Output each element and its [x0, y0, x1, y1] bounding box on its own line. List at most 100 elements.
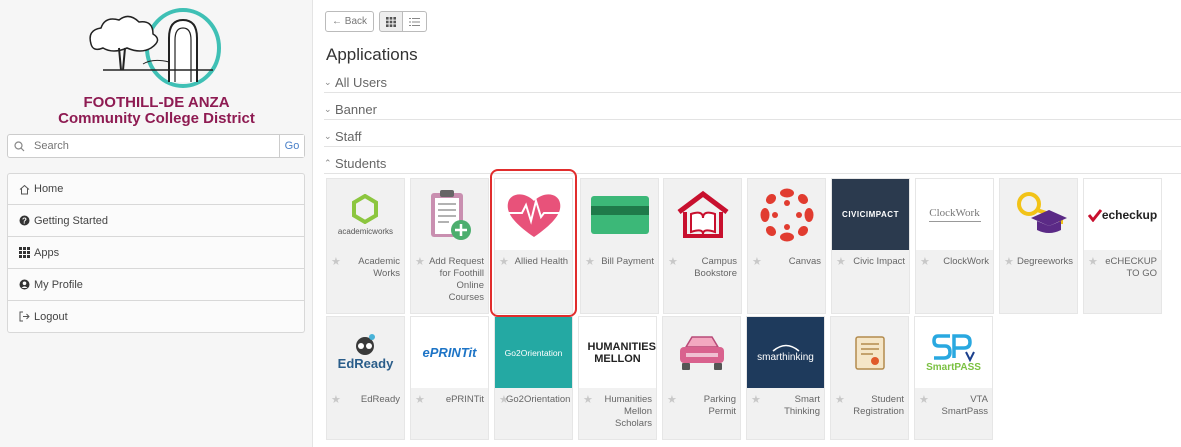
search-input[interactable] [30, 135, 279, 157]
app-logo [664, 179, 741, 250]
sidebar-item-home[interactable]: Home [7, 173, 305, 205]
sidebar-item-label: Apps [34, 246, 60, 259]
logo-line-2: Community College District [58, 110, 255, 127]
app-logo [1000, 179, 1077, 250]
grid-view-button[interactable] [379, 11, 404, 32]
question-circle-icon: ? [17, 214, 31, 228]
app-label: eCHECKUP TO GO [1105, 256, 1157, 279]
app-label: Humanities Mellon Scholars [604, 394, 652, 429]
app-tile-parking-permit[interactable]: ★ Parking Permit [662, 316, 741, 440]
sidebar-item-label: Home [34, 183, 64, 195]
logo-text: HUMANITIES MELLON [587, 340, 656, 365]
app-tile-edready[interactable]: EdReady ★ EdReady [326, 316, 405, 440]
sidebar-item-getting-started[interactable]: ? Getting Started [7, 205, 305, 237]
app-tile-bill-payment[interactable]: ★ Bill Payment [580, 178, 659, 314]
app-logo: ePRINTit [411, 317, 488, 388]
chevron-down-icon: ⌄ [324, 77, 332, 87]
app-tile-eprintit[interactable]: ePRINTit ★ ePRINTit [410, 316, 489, 440]
app-label: ePRINTit [445, 394, 484, 405]
home-icon [17, 182, 31, 196]
sidebar-item-label: Getting Started [34, 214, 108, 227]
section-students[interactable]: ⌃ Students [324, 154, 1181, 174]
app-tile-smart-thinking[interactable]: smarthinking ★ Smart Thinking [746, 316, 825, 440]
logo-text: EdReady [337, 356, 394, 371]
app-logo: smarthinking [747, 317, 824, 388]
app-logo: Go2Orientation [495, 317, 572, 388]
logo-text: SmartPASS [926, 362, 981, 373]
section-label: Banner [335, 102, 377, 117]
sidebar-item-apps[interactable]: Apps [7, 237, 305, 269]
chevron-down-icon: ⌄ [324, 104, 332, 114]
chevron-up-icon: ⌃ [324, 158, 332, 168]
checkmark-icon [1087, 208, 1102, 222]
bookstore-icon [677, 190, 728, 238]
selected-tile-highlight [490, 169, 577, 317]
app-tile-student-registration[interactable]: ★ Student Registration [830, 316, 909, 440]
logo-text: ePRINTit [422, 345, 477, 360]
car-icon [679, 335, 724, 370]
district-logo[interactable]: FOOTHILL-DE ANZA Community College Distr… [0, 6, 313, 130]
section-label: All Users [335, 75, 388, 90]
sidebar-item-label: My Profile [34, 278, 83, 291]
app-tile-echeckup[interactable]: echeckup ★ eCHECKUP TO GO [1083, 178, 1162, 314]
app-label: Add Request for Foothill Online Courses [429, 256, 484, 303]
logo-text: Go2Orientation [504, 347, 563, 358]
sidebar-item-my-profile[interactable]: My Profile [7, 269, 305, 301]
list-icon [409, 17, 421, 26]
section-label: Staff [335, 129, 362, 144]
back-button[interactable]: ← Back [325, 11, 375, 32]
sidebar-item-logout[interactable]: Logout [7, 301, 305, 333]
section-label: Students [335, 156, 387, 171]
app-tile-degreeworks[interactable]: ★ Degreeworks [999, 178, 1078, 314]
app-tile-academic-works[interactable]: academicworks ★ Academic Works [326, 178, 405, 314]
svg-text:?: ? [22, 216, 27, 225]
section-banner[interactable]: ⌄ Banner [324, 100, 1181, 120]
logout-icon [17, 310, 31, 324]
app-tile-add-request[interactable]: ★ Add Request for Foothill Online Course… [410, 178, 489, 314]
app-label: Smart Thinking [784, 394, 820, 417]
list-view-button[interactable] [403, 11, 428, 32]
app-tile-go2orientation[interactable]: Go2Orientation ★ Go2Orientation [494, 316, 573, 440]
app-label: ClockWork [943, 256, 989, 267]
app-tile-canvas[interactable]: ★ Canvas [747, 178, 826, 314]
page-title: Applications [326, 45, 418, 64]
app-label: EdReady [360, 394, 400, 405]
grid-icon [17, 246, 31, 260]
section-staff[interactable]: ⌄ Staff [324, 127, 1181, 147]
app-label: Degreeworks [1017, 256, 1073, 267]
app-tile-clockwork[interactable]: ClockWork ★ ClockWork [915, 178, 994, 314]
app-label: Canvas [788, 256, 821, 267]
app-root: FOOTHILL-DE ANZA Community College Distr… [0, 0, 1181, 447]
app-label: VTA SmartPass [941, 394, 988, 417]
app-label: Bill Payment [601, 256, 654, 267]
search-go-button[interactable]: Go [279, 135, 304, 157]
edready-owl-icon [356, 334, 376, 355]
logo-text: ClockWork [929, 207, 980, 219]
app-logo: academicworks [327, 179, 404, 250]
app-logo [663, 317, 740, 388]
app-logo [748, 179, 825, 250]
view-toggle [379, 11, 428, 32]
certificate-icon [854, 335, 885, 370]
app-tile-humanities-mellon[interactable]: HUMANITIES MELLON ★ Humanities Mellon Sc… [578, 316, 657, 440]
section-all-users[interactable]: ⌄ All Users [324, 73, 1181, 93]
logo-text: CIVICIMPACT [842, 210, 899, 219]
app-logo [411, 179, 488, 250]
logo-line-1: FOOTHILL-DE ANZA [83, 94, 230, 111]
sidebar-item-label: Logout [34, 310, 68, 323]
app-tile-campus-bookstore[interactable]: ★ Campus Bookstore [663, 178, 742, 314]
search-icon [8, 135, 30, 157]
degreeworks-icon [1016, 191, 1067, 233]
app-label: Go2Orientation [506, 394, 571, 405]
app-tile-civic-impact[interactable]: CIVICIMPACT ★ Civic Impact [831, 178, 910, 314]
app-tile-vta-smartpass[interactable]: SmartPASS ★ VTA SmartPass [914, 316, 993, 440]
chevron-down-icon: ⌄ [324, 131, 332, 141]
app-label: Academic Works [358, 256, 400, 279]
app-logo [831, 317, 908, 388]
app-logo [581, 179, 658, 250]
vta-logo-icon [931, 334, 975, 362]
app-label: Civic Impact [853, 256, 905, 267]
toolbar: ← Back [325, 11, 428, 32]
sidebar-nav: Home ? Getting Started Apps My Profile L… [7, 173, 305, 333]
canvas-icon [760, 188, 813, 241]
